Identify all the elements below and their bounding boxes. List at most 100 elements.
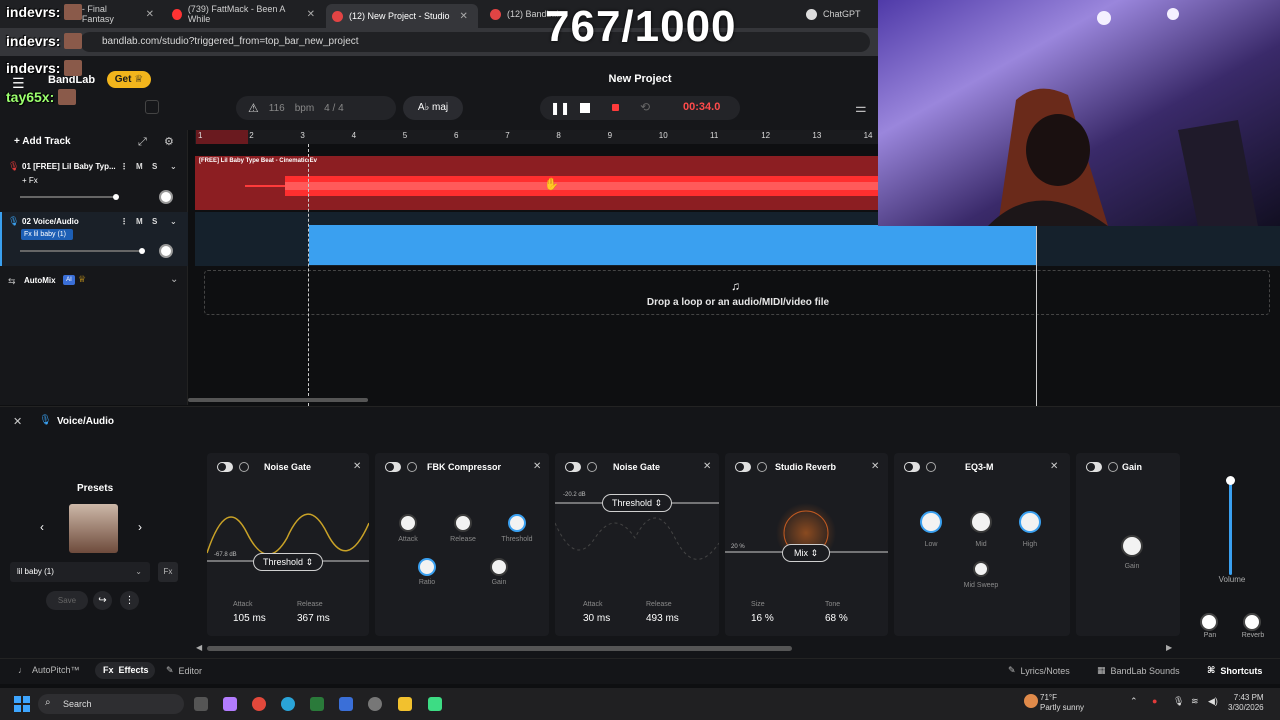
chrome-icon[interactable] bbox=[252, 697, 266, 711]
track-settings-icon[interactable]: ⚙ bbox=[164, 135, 174, 148]
solo-button[interactable]: S bbox=[152, 162, 157, 171]
release-value[interactable]: 493 ms bbox=[646, 613, 679, 624]
wand-icon[interactable]: ⤢ bbox=[138, 136, 147, 149]
settings-icon[interactable] bbox=[368, 697, 382, 711]
save-preset-button[interactable]: Save bbox=[46, 591, 88, 610]
copilot-icon[interactable] bbox=[223, 697, 237, 711]
fx-enable-toggle[interactable] bbox=[565, 462, 581, 472]
volume-fader[interactable] bbox=[20, 196, 115, 198]
ratio-knob[interactable] bbox=[418, 558, 436, 576]
weather-widget[interactable]: 71°F Partly sunny bbox=[1040, 693, 1084, 713]
info-icon[interactable] bbox=[239, 462, 249, 472]
tab-chatgpt[interactable]: ChatGPT bbox=[800, 4, 876, 24]
record-icon[interactable] bbox=[612, 104, 619, 111]
mid-sweep-knob[interactable] bbox=[973, 561, 989, 577]
pause-icon[interactable]: ❚❚ bbox=[550, 101, 570, 115]
loop-icon[interactable]: ⟲ bbox=[640, 100, 650, 114]
tab-new-project[interactable]: (12) New Project - Studio ✕ bbox=[326, 4, 478, 28]
more-options-icon[interactable]: ⋮ bbox=[120, 591, 139, 610]
attack-value[interactable]: 30 ms bbox=[583, 613, 610, 624]
keyboard-icon[interactable] bbox=[145, 100, 159, 114]
chevron-down-icon[interactable]: ⌄ bbox=[170, 162, 177, 171]
timeline-ruler[interactable] bbox=[195, 130, 878, 144]
param-dropdown[interactable]: Threshold ⇕ bbox=[602, 494, 672, 512]
fx-enable-toggle[interactable] bbox=[1086, 462, 1102, 472]
microphone-icon[interactable]: 🎙 bbox=[1173, 696, 1184, 707]
scroll-right-icon[interactable]: ▶ bbox=[1166, 643, 1172, 652]
pan-knob[interactable] bbox=[1200, 613, 1218, 631]
volume-fader-handle[interactable] bbox=[113, 194, 119, 200]
volume-slider[interactable] bbox=[1229, 480, 1232, 575]
track-name[interactable]: 01 [FREE] Lil Baby Typ... bbox=[22, 162, 116, 171]
param-dropdown[interactable]: Threshold ⇕ bbox=[253, 553, 323, 571]
audio-region-voice[interactable] bbox=[309, 225, 1037, 265]
release-value[interactable]: 367 ms bbox=[297, 613, 330, 624]
reverb-knob[interactable] bbox=[1243, 613, 1261, 631]
store-icon[interactable] bbox=[339, 697, 353, 711]
close-icon[interactable]: ✕ bbox=[146, 9, 154, 20]
editor-tab[interactable]: ✎ Editor bbox=[166, 665, 202, 676]
lyrics-button[interactable]: ✎ Lyrics/Notes bbox=[1008, 665, 1070, 676]
chevron-right-icon[interactable]: › bbox=[138, 520, 142, 534]
project-title[interactable]: New Project bbox=[560, 73, 720, 85]
release-knob[interactable] bbox=[454, 514, 472, 532]
param-dropdown[interactable]: Mix ⇕ bbox=[782, 544, 830, 562]
share-icon[interactable]: ↪ bbox=[93, 591, 112, 610]
gain-knob[interactable] bbox=[1121, 535, 1143, 557]
size-value[interactable]: 16 % bbox=[751, 613, 774, 624]
remove-fx-icon[interactable]: Fx bbox=[158, 562, 178, 582]
wifi-icon[interactable]: ≋ bbox=[1191, 696, 1199, 707]
gain-knob[interactable] bbox=[490, 558, 508, 576]
close-icon[interactable]: ✕ bbox=[703, 461, 711, 472]
fx-preset-badge[interactable]: Fx lil baby (1) bbox=[21, 229, 73, 240]
chevron-up-icon[interactable]: ⌃ bbox=[1130, 696, 1138, 707]
mixer-icon[interactable]: ⚌ bbox=[855, 100, 867, 116]
get-membership-button[interactable]: Get ♕ bbox=[107, 71, 151, 88]
threshold-knob[interactable] bbox=[508, 514, 526, 532]
audio-region-beat[interactable] bbox=[195, 156, 878, 210]
track-header-1[interactable]: 🎙 01 [FREE] Lil Baby Typ... ⋮ M S ⌄ + Fx bbox=[0, 156, 188, 210]
track-menu-icon[interactable]: ⋮ bbox=[120, 162, 128, 171]
effects-tab[interactable]: Fx Effects bbox=[103, 665, 149, 675]
key-selector[interactable]: A♭ maj bbox=[403, 96, 463, 120]
taskbar-search[interactable]: Search bbox=[38, 694, 184, 714]
fx-enable-toggle[interactable] bbox=[385, 462, 401, 472]
folder-icon[interactable] bbox=[398, 697, 412, 711]
info-icon[interactable] bbox=[757, 462, 767, 472]
info-icon[interactable] bbox=[587, 462, 597, 472]
pan-knob[interactable] bbox=[159, 244, 173, 258]
track-name[interactable]: 02 Voice/Audio bbox=[22, 217, 79, 226]
preset-thumbnail[interactable] bbox=[69, 504, 118, 553]
tray-app-icon[interactable]: ● bbox=[1152, 696, 1157, 706]
scroll-left-icon[interactable]: ◀ bbox=[196, 643, 202, 652]
fx-enable-toggle[interactable] bbox=[735, 462, 751, 472]
low-knob[interactable] bbox=[920, 511, 942, 533]
automix-label[interactable]: AutoMix bbox=[24, 276, 56, 285]
volume-slider-handle[interactable] bbox=[1226, 476, 1235, 485]
track-menu-icon[interactable]: ⋮ bbox=[120, 217, 128, 226]
autopitch-button[interactable]: ♩ AutoPitch™ bbox=[18, 665, 80, 675]
solo-button[interactable]: S bbox=[152, 217, 157, 226]
close-icon[interactable]: ✕ bbox=[460, 11, 468, 22]
taskbar-clock[interactable]: 7:43 PM 3/30/2026 bbox=[1228, 693, 1264, 713]
sounds-button[interactable]: ▦ BandLab Sounds bbox=[1097, 665, 1180, 676]
playhead[interactable] bbox=[308, 144, 309, 406]
close-icon[interactable]: ✕ bbox=[1050, 461, 1058, 472]
close-icon[interactable]: ✕ bbox=[533, 461, 541, 472]
url-input[interactable]: bandlab.com/studio?triggered_from=top_ba… bbox=[80, 32, 870, 52]
mute-button[interactable]: M bbox=[136, 162, 143, 171]
chevron-left-icon[interactable]: ‹ bbox=[40, 520, 44, 534]
xbox-icon[interactable] bbox=[310, 697, 324, 711]
timeline-scrollbar[interactable] bbox=[188, 398, 368, 402]
mute-button[interactable]: M bbox=[136, 217, 143, 226]
chevron-down-icon[interactable]: ⌄ bbox=[170, 274, 178, 285]
close-icon[interactable]: ✕ bbox=[307, 9, 315, 20]
close-icon[interactable]: ✕ bbox=[871, 461, 879, 472]
loop-region-marker[interactable] bbox=[196, 130, 248, 144]
info-icon[interactable] bbox=[926, 462, 936, 472]
volume-fader[interactable] bbox=[20, 250, 142, 252]
add-fx-button[interactable]: + Fx bbox=[22, 176, 38, 185]
close-icon[interactable]: ✕ bbox=[353, 461, 361, 472]
shortcuts-button[interactable]: ⌘ Shortcuts bbox=[1207, 665, 1262, 676]
app-icon[interactable] bbox=[428, 697, 442, 711]
